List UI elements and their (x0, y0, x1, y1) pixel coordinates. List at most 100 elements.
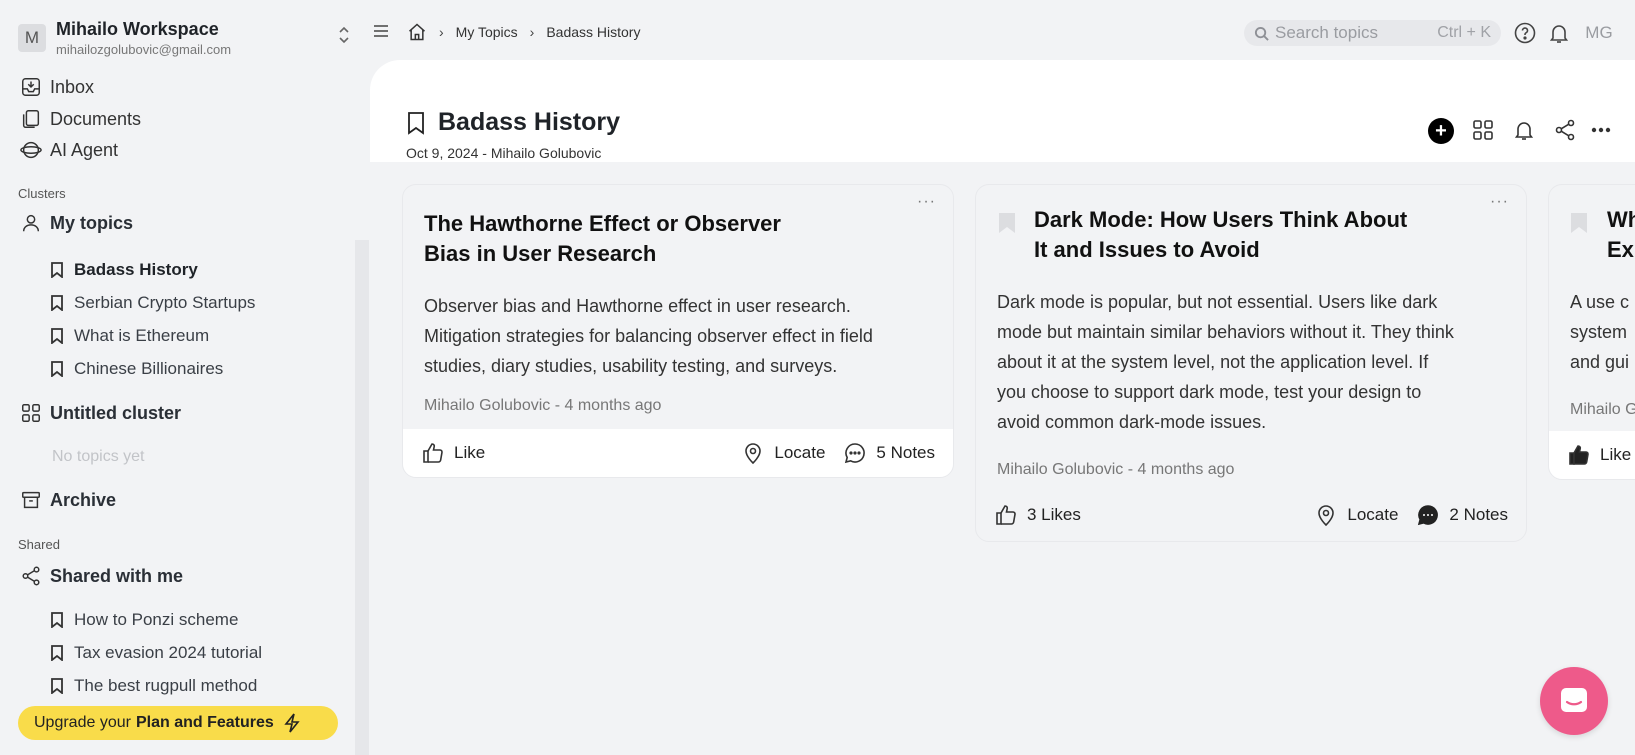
like-label: Like (1600, 445, 1632, 464)
locate-label: Locate (1347, 505, 1399, 524)
card-footer: Like Locate 5 Notes (403, 429, 953, 477)
card-footer: Like (1549, 431, 1635, 479)
group-label: Archive (50, 489, 117, 510)
lightning-icon (284, 713, 300, 733)
breadcrumb-current[interactable]: Badass History (546, 24, 640, 40)
breadcrumb-my-topics[interactable]: My Topics (456, 24, 518, 40)
sidebar-scrollbar[interactable] (355, 240, 369, 755)
user-avatar[interactable]: MG (1582, 18, 1616, 48)
topic-label: Serbian Crypto Startups (74, 293, 256, 312)
bookmark-icon (51, 645, 63, 661)
card-title-line: Bias in User Research (424, 241, 657, 266)
bookmark-icon (51, 361, 63, 377)
more-icon[interactable]: ··· (917, 193, 936, 211)
search-shortcut: Ctrl + K (1437, 24, 1491, 41)
thumbs-up-icon (996, 505, 1016, 525)
chat-icon (1561, 688, 1587, 712)
topic-card[interactable]: ··· The Hawthorne Effect or Observer Bia… (402, 184, 954, 478)
card-meta: Mihailo G (1570, 401, 1635, 418)
shared-topic-tax-evasion[interactable]: Tax evasion 2024 tutorial (50, 641, 262, 665)
card-desc-line: and gui (1570, 352, 1630, 372)
card-footer: 3 Likes Locate 2 Notes (976, 491, 1526, 539)
more-icon[interactable] (1589, 118, 1613, 142)
thumbs-up-filled-icon (1569, 445, 1589, 465)
topic-card[interactable]: ··· Dark Mode: How Users Think About It … (975, 184, 1527, 542)
sidebar-topic-badass-history[interactable]: Badass History (50, 258, 198, 282)
card-desc-line: you choose to support dark mode, test yo… (997, 382, 1422, 402)
sidebar-topic-serbian-crypto[interactable]: Serbian Crypto Startups (50, 291, 255, 315)
section-shared: Shared (18, 537, 60, 552)
add-button[interactable]: + (1428, 118, 1454, 144)
like-button[interactable]: 3 Likes (994, 503, 1081, 527)
bell-icon[interactable] (1512, 118, 1536, 142)
grid-icon (22, 404, 40, 422)
search-input[interactable]: Search topics Ctrl + K (1244, 20, 1501, 46)
nav-label: AI Agent (50, 139, 119, 160)
locate-label: Locate (774, 443, 826, 462)
shared-topic-ponzi[interactable]: How to Ponzi scheme (50, 608, 238, 632)
like-button[interactable]: Like (421, 441, 485, 465)
topic-label: What is Ethereum (74, 326, 210, 345)
notes-button[interactable]: 2 Notes (1416, 503, 1508, 527)
like-button[interactable]: Like (1567, 443, 1631, 467)
locate-button[interactable]: Locate (741, 441, 825, 465)
chat-support-button[interactable] (1540, 667, 1608, 735)
empty-cluster-note: No topics yet (52, 448, 145, 465)
bookmark-icon (51, 328, 63, 344)
help-icon[interactable] (1513, 21, 1537, 45)
locate-button[interactable]: Locate (1314, 503, 1398, 527)
card-desc-line: system (1570, 322, 1628, 342)
share-icon[interactable] (1553, 118, 1577, 142)
card-meta: Mihailo Golubovic - 4 months ago (424, 397, 662, 414)
topic-label: The best rugpull method (74, 676, 258, 695)
topic-label: Tax evasion 2024 tutorial (74, 643, 263, 662)
card-title-line: Wh (1607, 207, 1635, 232)
page-meta: Oct 9, 2024 - Mihailo Golubovic (406, 145, 602, 161)
card-desc-line: mode but maintain similar behaviors with… (997, 322, 1454, 342)
sidebar-topic-ethereum[interactable]: What is Ethereum (50, 324, 209, 348)
bookmark-icon[interactable] (997, 211, 1017, 235)
notes-label: 5 Notes (876, 443, 935, 462)
card-title-line: Dark Mode: How Users Think About (1034, 207, 1408, 232)
bookmark-icon (51, 678, 63, 694)
documents-icon (22, 110, 40, 128)
topic-card[interactable]: Wh Ex A use c system and gui Mihailo G L… (1548, 184, 1635, 480)
chevron-right-icon: › (529, 24, 535, 40)
card-desc-line: Observer bias and Hawthorne effect in us… (424, 296, 851, 316)
nav-ai-agent[interactable]: AI Agent (20, 137, 118, 163)
card-desc-line: about it at the system level, not the ap… (997, 352, 1429, 372)
card-title-line: It and Issues to Avoid (1034, 237, 1260, 262)
bell-icon[interactable] (1547, 21, 1571, 45)
group-my-topics[interactable]: My topics (20, 210, 133, 236)
workspace-email: mihailozgolubovic@gmail.com (56, 42, 232, 57)
search-placeholder: Search topics (1275, 23, 1378, 42)
workspace-switcher[interactable]: M Mihailo Workspace mihailozgolubovic@gm… (18, 18, 358, 58)
notes-button[interactable]: 5 Notes (843, 441, 935, 465)
page-title-text: Badass History (438, 108, 621, 136)
chevron-updown-icon[interactable] (338, 24, 350, 49)
sidebar-topic-chinese-billionaires[interactable]: Chinese Billionaires (50, 357, 223, 381)
like-label: Like (454, 443, 486, 462)
group-shared-with-me[interactable]: Shared with me (20, 563, 183, 589)
bookmark-icon[interactable] (1569, 211, 1589, 235)
bookmark-icon (51, 612, 63, 628)
group-archive[interactable]: Archive (20, 487, 116, 513)
upgrade-bold: Plan and Features (135, 714, 274, 731)
like-label: 3 Likes (1027, 505, 1081, 524)
breadcrumb: › My Topics › Badass History (407, 22, 640, 42)
workspace-avatar: M (18, 24, 46, 52)
upgrade-button[interactable]: Upgrade your Plan and Features (18, 706, 338, 740)
card-desc-line: studies, diary studies, usability testin… (424, 356, 838, 376)
archive-icon (22, 491, 40, 509)
nav-documents[interactable]: Documents (20, 106, 141, 132)
shared-topic-rugpull[interactable]: The best rugpull method (50, 674, 257, 698)
grid-view-icon[interactable] (1471, 118, 1495, 142)
page-header: Badass History Oct 9, 2024 - Mihailo Gol… (370, 60, 1635, 162)
menu-icon[interactable] (373, 24, 389, 38)
nav-label: Inbox (50, 76, 95, 97)
nav-inbox[interactable]: Inbox (20, 74, 94, 100)
group-label: My topics (50, 212, 134, 233)
home-icon[interactable] (407, 22, 427, 42)
group-untitled-cluster[interactable]: Untitled cluster (20, 400, 181, 426)
topic-label: How to Ponzi scheme (74, 610, 239, 629)
